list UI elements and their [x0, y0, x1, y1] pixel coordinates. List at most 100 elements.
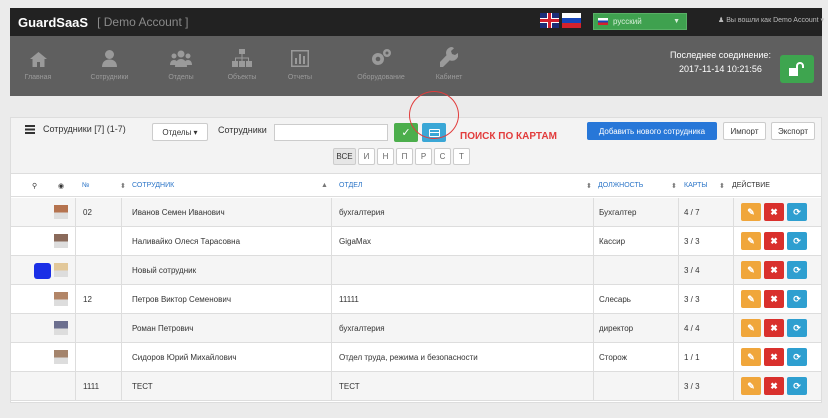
refresh-button[interactable]: ⟳: [787, 319, 807, 337]
delete-button[interactable]: ✖: [764, 290, 784, 308]
letter-filter[interactable]: Н: [377, 148, 394, 165]
nav-label: Оборудование: [357, 74, 405, 81]
refresh-button[interactable]: ⟳: [787, 377, 807, 395]
employee-cards: 3 / 3: [684, 295, 700, 304]
map-marker-badge[interactable]: [34, 263, 51, 279]
panel-title: Сотрудники [7] (1-7): [25, 124, 126, 134]
employee-photo[interactable]: [54, 205, 68, 219]
nav-item-home[interactable]: Главная: [18, 43, 58, 81]
edit-button[interactable]: ✎: [741, 232, 761, 250]
letter-filter[interactable]: Т: [453, 148, 470, 165]
edit-button[interactable]: ✎: [741, 261, 761, 279]
nav-item-departments[interactable]: Отделы: [161, 43, 201, 81]
uk-flag-icon[interactable]: [540, 13, 559, 28]
sort-icon[interactable]: ⬍: [120, 182, 126, 190]
edit-button[interactable]: ✎: [741, 319, 761, 337]
table-row[interactable]: 12 Петров Виктор Семенович 11111 Слесарь 3 /…: [11, 285, 821, 314]
sort-asc-icon[interactable]: ▲: [321, 182, 328, 189]
delete-button[interactable]: ✖: [764, 261, 784, 279]
nav-item-equipment[interactable]: Оборудование: [348, 43, 414, 81]
nav-item-reports[interactable]: Отчеты: [280, 43, 320, 81]
employees-search-label: Сотрудники: [218, 125, 267, 135]
brand-name[interactable]: GuardSaaS: [10, 15, 88, 30]
letter-filter-all[interactable]: ВСЕ: [333, 148, 356, 165]
employee-photo[interactable]: [54, 234, 68, 248]
employee-photo[interactable]: [54, 263, 68, 277]
panel-title-text: Сотрудники [7] (1-7): [43, 124, 126, 134]
table-row[interactable]: 1111 ТЕСТ ТЕСТ 3 / 3 ✎ ✖ ⟳: [11, 372, 821, 401]
refresh-button[interactable]: ⟳: [787, 261, 807, 279]
add-employee-button[interactable]: Добавить нового сотрудника: [587, 122, 717, 140]
letter-filter[interactable]: Р: [415, 148, 432, 165]
row-actions: ✎ ✖ ⟳: [741, 319, 807, 337]
employees-panel: Сотрудники [7] (1-7) Отделы ▾ Сотрудники…: [10, 91, 822, 403]
column-header-department[interactable]: ОТДЕЛ: [339, 182, 363, 189]
refresh-button[interactable]: ⟳: [787, 348, 807, 366]
column-divider: [331, 285, 332, 313]
employee-cards: 3 / 4: [684, 266, 700, 275]
delete-button[interactable]: ✖: [764, 203, 784, 221]
edit-button[interactable]: ✎: [741, 203, 761, 221]
column-divider: [75, 256, 76, 284]
employee-position: Сторож: [599, 353, 627, 362]
employee-photo[interactable]: [54, 292, 68, 306]
column-divider: [678, 314, 679, 342]
sort-icon[interactable]: ⬍: [719, 182, 725, 190]
language-value: русский: [613, 17, 642, 26]
edit-button[interactable]: ✎: [741, 290, 761, 308]
table-row[interactable]: Роман Петрович бухгалтерия директор 4 / 4 ✎ ✖…: [11, 314, 821, 343]
sort-icon[interactable]: ⬍: [671, 182, 677, 190]
column-divider: [593, 314, 594, 342]
letter-filter[interactable]: С: [434, 148, 451, 165]
card-search-hint: ПОИСК ПО КАРТАМ: [460, 131, 557, 142]
refresh-button[interactable]: ⟳: [787, 203, 807, 221]
last-connection: Последнее соединение: 2017-11-14 10:21:5…: [670, 48, 771, 76]
departments-dropdown[interactable]: Отделы ▾: [152, 123, 208, 141]
table-row[interactable]: 02 Иванов Семен Иванович бухгалтерия Бухгал…: [11, 198, 821, 227]
import-button[interactable]: Импорт: [723, 122, 766, 140]
export-button[interactable]: Экспорт: [771, 122, 815, 140]
table-row[interactable]: Новый сотрудник 3 / 4 ✎ ✖ ⟳: [11, 256, 821, 285]
employee-name: Петров Виктор Семенович: [132, 295, 231, 304]
delete-button[interactable]: ✖: [764, 377, 784, 395]
ru-flag-icon[interactable]: [562, 13, 581, 28]
row-actions: ✎ ✖ ⟳: [741, 203, 807, 221]
employee-cards: 4 / 4: [684, 324, 700, 333]
edit-button[interactable]: ✎: [741, 348, 761, 366]
column-header-number[interactable]: №: [82, 182, 90, 189]
row-actions: ✎ ✖ ⟳: [741, 348, 807, 366]
employee-search-input[interactable]: [274, 124, 388, 141]
refresh-button[interactable]: ⟳: [787, 290, 807, 308]
column-divider: [733, 198, 734, 226]
unlock-button[interactable]: [780, 55, 814, 83]
employee-name: Сидоров Юрий Михайлович: [132, 353, 237, 362]
language-select[interactable]: русский ▼: [593, 13, 687, 30]
table-row[interactable]: Наливайко Олеся Тарасовна GigaMax Кассир 3 …: [11, 227, 821, 256]
user-menu[interactable]: ♟ Вы вошли как Demo Account ▾: [718, 16, 824, 24]
nav-item-objects[interactable]: Объекты: [222, 43, 262, 81]
nav-item-cabinet[interactable]: Кабинет: [429, 43, 469, 81]
ru-mini-flag-icon: [598, 18, 608, 25]
sort-icon[interactable]: ⬍: [586, 182, 592, 190]
letter-filter[interactable]: И: [358, 148, 375, 165]
table-row[interactable]: Сидоров Юрий Михайлович Отдел труда, режи…: [11, 343, 821, 372]
column-header-cards[interactable]: КАРТЫ: [684, 182, 708, 189]
refresh-button[interactable]: ⟳: [787, 232, 807, 250]
edit-button[interactable]: ✎: [741, 377, 761, 395]
column-divider: [593, 372, 594, 400]
employee-department: GigaMax: [339, 237, 372, 246]
employee-number: 12: [83, 295, 92, 304]
delete-button[interactable]: ✖: [764, 348, 784, 366]
nav-item-employees[interactable]: Сотрудники: [82, 43, 137, 81]
employee-photo[interactable]: [54, 350, 68, 364]
letter-filter[interactable]: П: [396, 148, 413, 165]
delete-button[interactable]: ✖: [764, 232, 784, 250]
column-divider: [593, 343, 594, 371]
last-connection-value: 2017-11-14 10:21:56: [679, 64, 762, 74]
delete-button[interactable]: ✖: [764, 319, 784, 337]
column-divider: [678, 198, 679, 226]
employee-cards: 1 / 1: [684, 353, 700, 362]
column-header-employee[interactable]: СОТРУДНИК: [132, 182, 174, 189]
employee-photo[interactable]: [54, 321, 68, 335]
column-header-position[interactable]: ДОЛЖНОСТЬ: [598, 182, 643, 189]
